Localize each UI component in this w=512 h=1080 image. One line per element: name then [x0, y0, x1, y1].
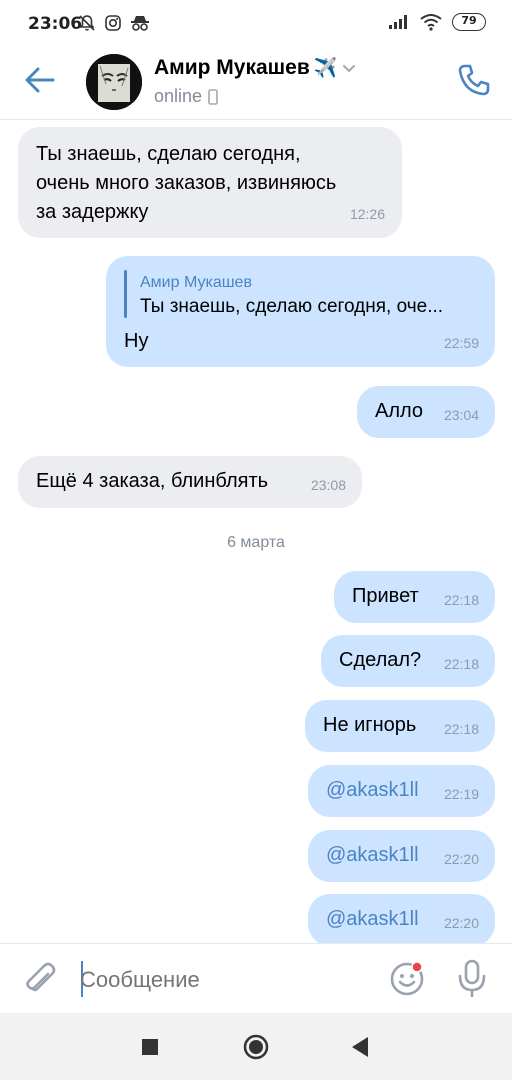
contact-name: Амир Мукашев: [154, 56, 310, 79]
message-input[interactable]: [80, 962, 370, 998]
status-bar: 23:06 79: [0, 0, 512, 50]
message-time: 22:18: [443, 656, 479, 672]
voice-button[interactable]: [456, 958, 488, 1000]
recents-button[interactable]: [140, 1037, 160, 1057]
avatar-image: [86, 54, 142, 110]
message-time: 23:04: [443, 407, 479, 423]
message-composer: [0, 943, 512, 1013]
message-text: Не игнорь: [323, 714, 417, 736]
incognito-icon: [131, 16, 149, 31]
message-time: 22:20: [443, 851, 479, 867]
home-button[interactable]: [242, 1033, 270, 1061]
chevron-down-icon: [343, 65, 356, 73]
muted-bell-icon: [79, 15, 95, 31]
message-time: 22:59: [443, 335, 479, 351]
outgoing-message[interactable]: Не игнорь 22:18: [305, 700, 495, 752]
reply-indicator: [124, 270, 127, 318]
message-time: 12:26: [349, 206, 385, 222]
call-button[interactable]: [456, 62, 492, 98]
system-navigation-bar: [0, 1013, 512, 1080]
message-time: 22:20: [443, 915, 479, 931]
battery-indicator: 79: [452, 13, 486, 31]
message-text-line: очень много заказов, извиняюсь: [36, 172, 337, 194]
back-nav-button[interactable]: [350, 1035, 370, 1059]
incoming-message[interactable]: Ещё 4 заказа, блинблять 23:08: [18, 456, 362, 508]
instagram-icon: [105, 15, 121, 31]
attach-icon[interactable]: [22, 960, 58, 998]
message-text-line: Ты знаешь, сделаю сегодня,: [36, 143, 301, 165]
message-list[interactable]: Ты знаешь, сделаю сегодня, очень много з…: [0, 121, 512, 943]
message-text: Сделал?: [339, 649, 422, 671]
microphone-icon: [458, 959, 486, 997]
contact-name-row[interactable]: Амир Мукашев ✈️: [154, 56, 357, 80]
outgoing-message[interactable]: @akask1ll 22:19: [308, 765, 495, 817]
phone-icon: [458, 64, 490, 96]
message-time: 22:18: [443, 592, 479, 608]
contact-status: online: [154, 86, 218, 107]
smile-icon: [390, 961, 424, 996]
message-text: Алло: [375, 400, 424, 422]
message-text: Ну: [124, 330, 149, 352]
outgoing-message[interactable]: Привет 22:18: [334, 571, 495, 623]
mention-link[interactable]: @akask1ll: [326, 905, 419, 934]
arrow-left-icon: [25, 67, 55, 93]
status-text: online: [154, 86, 203, 106]
outgoing-message[interactable]: @akask1ll 22:20: [308, 830, 495, 882]
status-time: 23:06: [28, 14, 83, 34]
outgoing-message[interactable]: Алло 23:04: [357, 386, 495, 438]
wifi-icon: [420, 14, 442, 31]
outgoing-message[interactable]: @akask1ll 22:20: [308, 894, 495, 943]
signal-icon: [389, 15, 407, 29]
airplane-emoji: ✈️: [313, 58, 338, 79]
date-separator: 6 марта: [227, 534, 285, 551]
emoji-button[interactable]: [388, 960, 426, 998]
reply-text: Ты знаешь, сделаю сегодня, оче...: [140, 296, 444, 317]
message-time: 23:08: [310, 477, 346, 493]
mobile-icon: [208, 88, 218, 105]
mention-link[interactable]: @akask1ll: [326, 776, 419, 805]
outgoing-message[interactable]: Сделал? 22:18: [321, 635, 495, 687]
message-text: Ещё 4 заказа, блинблять: [36, 470, 269, 492]
back-button[interactable]: [24, 64, 56, 96]
message-text: Привет: [352, 585, 419, 607]
message-time: 22:18: [443, 721, 479, 737]
incoming-message[interactable]: Ты знаешь, сделаю сегодня, очень много з…: [18, 127, 402, 238]
message-text-line: за задержку: [36, 201, 149, 223]
message-time: 22:19: [443, 786, 479, 802]
mention-link[interactable]: @akask1ll: [326, 841, 419, 870]
chat-header: Амир Мукашев ✈️ online: [0, 50, 512, 120]
avatar[interactable]: [86, 54, 142, 110]
outgoing-message-reply[interactable]: Амир Мукашев Ты знаешь, сделаю сегодня, …: [106, 256, 495, 367]
